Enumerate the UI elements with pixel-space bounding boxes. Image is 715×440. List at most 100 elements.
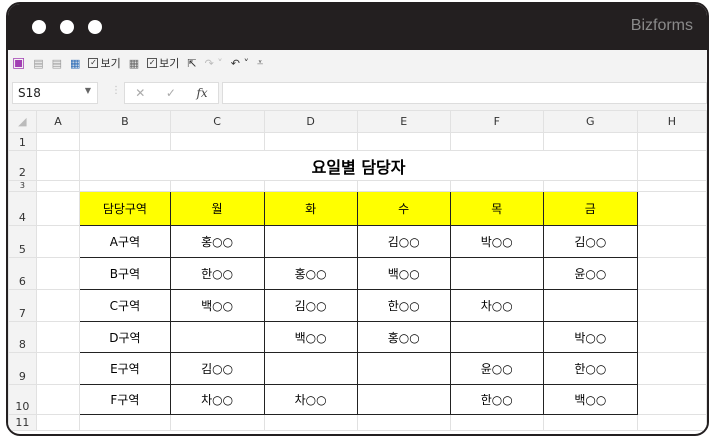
cell[interactable] <box>636 384 707 415</box>
assignee-cell[interactable] <box>263 225 358 258</box>
cell[interactable] <box>636 352 707 385</box>
assignee-cell[interactable]: 윤○○ <box>542 257 638 290</box>
table-row: 5 A구역 홍○○ 김○○ 박○○ 김○○ <box>8 225 707 258</box>
chevron-down-icon[interactable]: ▼ <box>85 86 91 95</box>
header-cell[interactable]: 담당구역 <box>79 191 171 226</box>
cell[interactable] <box>35 352 81 385</box>
assignee-cell[interactable]: 한○○ <box>356 289 451 322</box>
assignee-cell[interactable] <box>356 352 451 385</box>
assignee-cell[interactable]: 백○○ <box>169 289 265 322</box>
row-header[interactable]: 6 <box>8 257 37 290</box>
cell[interactable] <box>35 257 81 290</box>
cell[interactable] <box>35 289 81 322</box>
assignee-cell[interactable]: 차○○ <box>263 384 358 415</box>
header-cell[interactable]: 수 <box>356 191 451 226</box>
assignee-cell[interactable]: 김○○ <box>356 225 451 258</box>
assignee-cell[interactable] <box>169 321 265 353</box>
assignee-cell[interactable]: 백○○ <box>542 384 638 415</box>
cell[interactable] <box>636 257 707 290</box>
checkbox-icon[interactable]: ✓ <box>147 58 158 68</box>
undo-icon[interactable]: ↶ ˅ <box>231 57 249 70</box>
header-cell[interactable]: 목 <box>449 191 544 226</box>
name-box[interactable]: S18 ▼ <box>12 82 98 104</box>
table-row: 9 E구역 김○○ 윤○○ 한○○ <box>8 352 707 385</box>
cell[interactable] <box>636 225 707 258</box>
assignee-cell[interactable] <box>356 384 451 415</box>
window-dot-1[interactable] <box>32 20 46 34</box>
save-icon[interactable]: ▣ <box>12 55 25 71</box>
assignee-cell[interactable]: 김○○ <box>542 225 638 258</box>
zone-cell[interactable]: F구역 <box>79 384 171 415</box>
assignee-cell[interactable]: 김○○ <box>169 352 265 385</box>
assignee-cell[interactable]: 차○○ <box>449 289 544 322</box>
zone-cell[interactable]: B구역 <box>79 257 171 290</box>
view-toggle-2[interactable]: ✓ 보기 <box>147 55 179 71</box>
cell[interactable] <box>35 384 81 415</box>
header-cell[interactable]: 월 <box>169 191 265 226</box>
redo-icon[interactable]: ↷ ˅ <box>205 57 223 70</box>
column-header[interactable]: B <box>79 110 171 133</box>
assignee-cell[interactable]: 한○○ <box>169 257 265 290</box>
cancel-icon[interactable]: ✕ <box>135 86 145 100</box>
drag-handle-icon[interactable]: ⋮ <box>111 85 121 96</box>
assignee-cell[interactable]: 한○○ <box>542 352 638 385</box>
column-header[interactable]: E <box>356 110 451 133</box>
row-header[interactable]: 1 <box>8 132 37 151</box>
fx-icon[interactable]: fx <box>196 86 207 100</box>
column-header[interactable]: A <box>35 110 81 133</box>
select-all-corner[interactable]: ◢ <box>8 110 37 133</box>
cell[interactable] <box>35 321 81 353</box>
assignee-cell[interactable] <box>449 257 544 290</box>
freeze-panes-icon[interactable]: ▦ <box>70 57 80 70</box>
assignee-cell[interactable]: 김○○ <box>263 289 358 322</box>
cell[interactable] <box>636 289 707 322</box>
column-header[interactable]: H <box>636 110 707 133</box>
header-cell[interactable]: 화 <box>263 191 358 226</box>
assignee-cell[interactable]: 홍○○ <box>263 257 358 290</box>
assignee-cell[interactable]: 홍○○ <box>169 225 265 258</box>
row-header[interactable]: 5 <box>8 225 37 258</box>
assignee-cell[interactable] <box>263 352 358 385</box>
row-header[interactable]: 11 <box>8 414 37 431</box>
row-header[interactable]: 9 <box>8 352 37 385</box>
assignee-cell[interactable]: 박○○ <box>449 225 544 258</box>
paste-values-icon[interactable]: ▤ <box>33 57 43 70</box>
column-header[interactable]: F <box>449 110 544 133</box>
assignee-cell[interactable]: 박○○ <box>542 321 638 353</box>
assignee-cell[interactable]: 백○○ <box>263 321 358 353</box>
header-cell[interactable]: 금 <box>542 191 638 226</box>
view-toggle-1[interactable]: ✓ 보기 <box>88 55 121 71</box>
paste-formula-icon[interactable]: ▤ <box>52 57 62 70</box>
assignee-cell[interactable] <box>542 289 638 322</box>
cell[interactable] <box>35 225 81 258</box>
enter-icon[interactable]: ✓ <box>166 86 176 100</box>
row-header[interactable]: 4 <box>8 191 37 226</box>
window-dot-3[interactable] <box>88 20 102 34</box>
zone-cell[interactable]: D구역 <box>79 321 171 353</box>
checkbox-icon[interactable]: ✓ <box>88 58 99 68</box>
customize-toolbar-icon[interactable]: ⩡ <box>257 56 263 70</box>
window-dot-2[interactable] <box>60 20 74 34</box>
row-header[interactable]: 3 <box>8 180 37 192</box>
zone-cell[interactable]: C구역 <box>79 289 171 322</box>
row-header[interactable]: 8 <box>8 321 37 353</box>
formula-input[interactable] <box>222 82 707 104</box>
assignee-cell[interactable] <box>449 321 544 353</box>
table-lock-icon[interactable]: ▦ <box>129 57 139 70</box>
column-header[interactable]: G <box>542 110 638 133</box>
sheet-title[interactable]: 요일별 담당자 <box>79 150 638 181</box>
zone-cell[interactable]: E구역 <box>79 352 171 385</box>
row-header[interactable]: 2 <box>8 150 37 181</box>
assignee-cell[interactable]: 한○○ <box>449 384 544 415</box>
assignee-cell[interactable]: 윤○○ <box>449 352 544 385</box>
zone-cell[interactable]: A구역 <box>79 225 171 258</box>
cell[interactable] <box>636 321 707 353</box>
column-header[interactable]: D <box>263 110 358 133</box>
assignee-cell[interactable]: 홍○○ <box>356 321 451 353</box>
assignee-cell[interactable]: 백○○ <box>356 257 451 290</box>
column-header[interactable]: C <box>169 110 265 133</box>
select-pointer-icon[interactable]: ⇱ <box>187 57 196 70</box>
row-header[interactable]: 7 <box>8 289 37 322</box>
assignee-cell[interactable]: 차○○ <box>169 384 265 415</box>
row-header[interactable]: 10 <box>8 384 37 415</box>
